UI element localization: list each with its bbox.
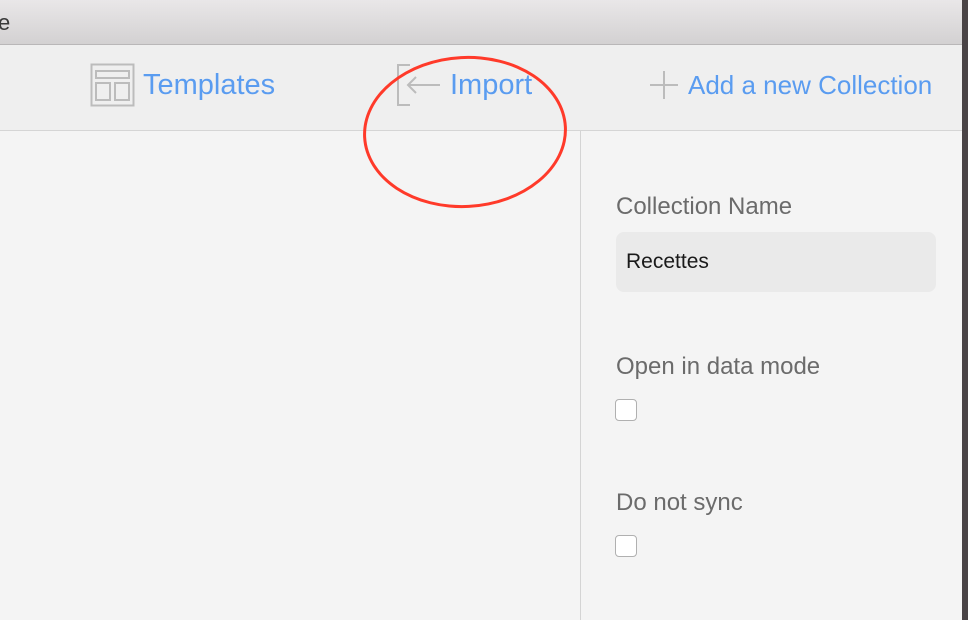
plus-icon — [648, 69, 680, 101]
collection-name-input[interactable]: Recettes — [616, 232, 936, 292]
window-title: e — [0, 10, 11, 35]
collection-settings-panel: Collection Name Recettes Open in data mo… — [581, 131, 962, 620]
open-data-mode-label: Open in data mode — [616, 353, 821, 380]
toolbar: Templates Import Add a new Collection — [0, 45, 962, 214]
import-highlight-circle — [359, 50, 571, 214]
templates-icon — [90, 63, 135, 107]
templates-button[interactable]: Templates — [90, 63, 275, 107]
window-titlebar[interactable]: e — [0, 0, 968, 45]
add-collection-button[interactable]: Add a new Collection — [648, 69, 932, 101]
collection-name-label: Collection Name — [616, 193, 793, 220]
open-data-mode-checkbox[interactable] — [615, 399, 637, 421]
do-not-sync-label: Do not sync — [616, 489, 743, 516]
templates-label: Templates — [143, 68, 276, 101]
do-not-sync-checkbox[interactable] — [615, 535, 637, 557]
window-edge — [962, 0, 968, 620]
add-collection-label: Add a new Collection — [688, 69, 933, 100]
